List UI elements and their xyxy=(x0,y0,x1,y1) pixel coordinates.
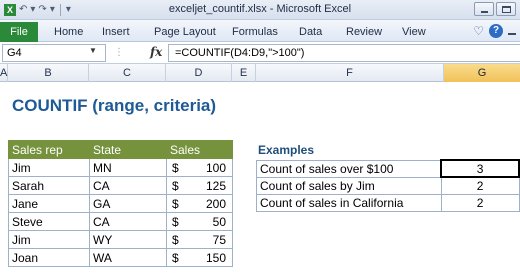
example-label[interactable]: Count of sales in California xyxy=(256,193,442,212)
tab-view[interactable]: View xyxy=(402,26,426,38)
column-header-f[interactable]: F xyxy=(256,64,444,82)
cell-currency[interactable]: $ xyxy=(165,158,191,177)
cell-state[interactable]: WA xyxy=(89,248,167,267)
window-title: exceljet_countif.xlsx - Microsoft Excel xyxy=(168,3,352,15)
formula-bar: G4 ▼ ⋮ fx =COUNTIF(D4:D9,">100") xyxy=(0,42,520,64)
examples-heading[interactable]: Examples xyxy=(258,143,314,157)
cell-sales-rep[interactable]: Steve xyxy=(8,212,90,231)
minimize-ribbon-icon[interactable] xyxy=(508,33,516,35)
table-row: Jim WY $ 75 xyxy=(8,230,233,249)
tab-review[interactable]: Review xyxy=(346,26,382,38)
header-state[interactable]: State xyxy=(89,140,167,159)
table-row: Joan WA $ 150 xyxy=(8,248,233,267)
cell-amount[interactable]: 75 xyxy=(190,230,233,249)
header-sales-rep[interactable]: Sales rep xyxy=(8,140,90,159)
table-row: Steve CA $ 50 xyxy=(8,212,233,231)
tab-formulas[interactable]: Formulas xyxy=(232,26,278,38)
cell-state[interactable]: WY xyxy=(89,230,167,249)
window-controls xyxy=(474,2,516,16)
minimize-icon xyxy=(481,11,488,13)
cell-currency[interactable]: $ xyxy=(165,176,191,195)
maximize-icon xyxy=(502,6,511,13)
title-bar: X ↶ ▾ ↷ ▾ ▾ exceljet_countif.xlsx - Micr… xyxy=(0,0,520,20)
example-label[interactable]: Count of sales by Jim xyxy=(256,176,442,195)
cell-currency[interactable]: $ xyxy=(165,230,191,249)
examples-table: Count of sales over $100 3 Count of sale… xyxy=(256,159,520,212)
heart-icon[interactable]: ♡ xyxy=(473,24,484,38)
cell-state[interactable]: CA xyxy=(89,212,167,231)
column-header-c[interactable]: C xyxy=(89,64,166,82)
tab-data[interactable]: Data xyxy=(299,26,322,38)
page-title[interactable]: COUNTIF (range, criteria) xyxy=(12,96,216,116)
column-header-b[interactable]: B xyxy=(8,64,89,82)
cell-amount[interactable]: 100 xyxy=(190,158,233,177)
cell-sales-rep[interactable]: Jim xyxy=(8,230,90,249)
insert-function-icon[interactable]: fx xyxy=(150,45,162,59)
cell-sales-rep[interactable]: Jim xyxy=(8,158,90,177)
cell-state[interactable]: GA xyxy=(89,194,167,213)
worksheet-grid[interactable]: COUNTIF (range, criteria) Sales rep Stat… xyxy=(0,82,520,273)
table-row: Jim MN $ 100 xyxy=(8,158,233,177)
column-header-g[interactable]: G xyxy=(444,64,520,82)
example-label[interactable]: Count of sales over $100 xyxy=(256,159,442,178)
table-row: Jane GA $ 200 xyxy=(8,194,233,213)
cell-amount[interactable]: 50 xyxy=(190,212,233,231)
cell-amount[interactable]: 150 xyxy=(190,248,233,267)
resize-grip-icon[interactable]: ⋮ xyxy=(114,47,124,59)
ribbon-tabs: File Home Insert Page Layout Formulas Da… xyxy=(0,20,520,42)
help-icon[interactable]: ? xyxy=(489,24,503,38)
cell-amount[interactable]: 125 xyxy=(190,176,233,195)
example-result[interactable]: 2 xyxy=(440,193,520,212)
tab-home[interactable]: Home xyxy=(54,26,83,38)
sales-table: Sales rep State Sales Jim MN $ 100 Sarah… xyxy=(8,140,233,267)
cell-sales-rep[interactable]: Sarah xyxy=(8,176,90,195)
cell-sales-rep[interactable]: Jane xyxy=(8,194,90,213)
column-header-e[interactable]: E xyxy=(232,64,256,82)
table-header-row: Sales rep State Sales xyxy=(8,140,233,159)
cell-currency[interactable]: $ xyxy=(165,248,191,267)
table-row: Sarah CA $ 125 xyxy=(8,176,233,195)
tab-file[interactable]: File xyxy=(0,22,38,42)
column-header-a[interactable]: A xyxy=(0,64,8,82)
chevron-down-icon[interactable]: ▼ xyxy=(89,44,97,58)
ribbon-right-controls: ♡ ? xyxy=(473,24,516,38)
column-headers: A B C D E F G xyxy=(0,64,520,82)
cell-state[interactable]: MN xyxy=(89,158,167,177)
example-result-selected[interactable]: 3 xyxy=(440,159,520,178)
example-row: Count of sales by Jim 2 xyxy=(256,176,520,195)
cell-amount[interactable]: 200 xyxy=(190,194,233,213)
cell-currency[interactable]: $ xyxy=(165,194,191,213)
cell-sales-rep[interactable]: Joan xyxy=(8,248,90,267)
example-row: Count of sales in California 2 xyxy=(256,193,520,212)
tab-page-layout[interactable]: Page Layout xyxy=(154,26,216,38)
minimize-button[interactable] xyxy=(474,2,494,16)
tab-insert[interactable]: Insert xyxy=(102,26,130,38)
cell-currency[interactable]: $ xyxy=(165,212,191,231)
cell-state[interactable]: CA xyxy=(89,176,167,195)
column-header-d[interactable]: D xyxy=(166,64,232,82)
example-result[interactable]: 2 xyxy=(440,176,520,195)
example-row: Count of sales over $100 3 xyxy=(256,159,520,178)
formula-input[interactable]: =COUNTIF(D4:D9,">100") xyxy=(168,44,520,62)
maximize-button[interactable] xyxy=(496,2,516,16)
header-sales[interactable]: Sales xyxy=(166,140,233,159)
